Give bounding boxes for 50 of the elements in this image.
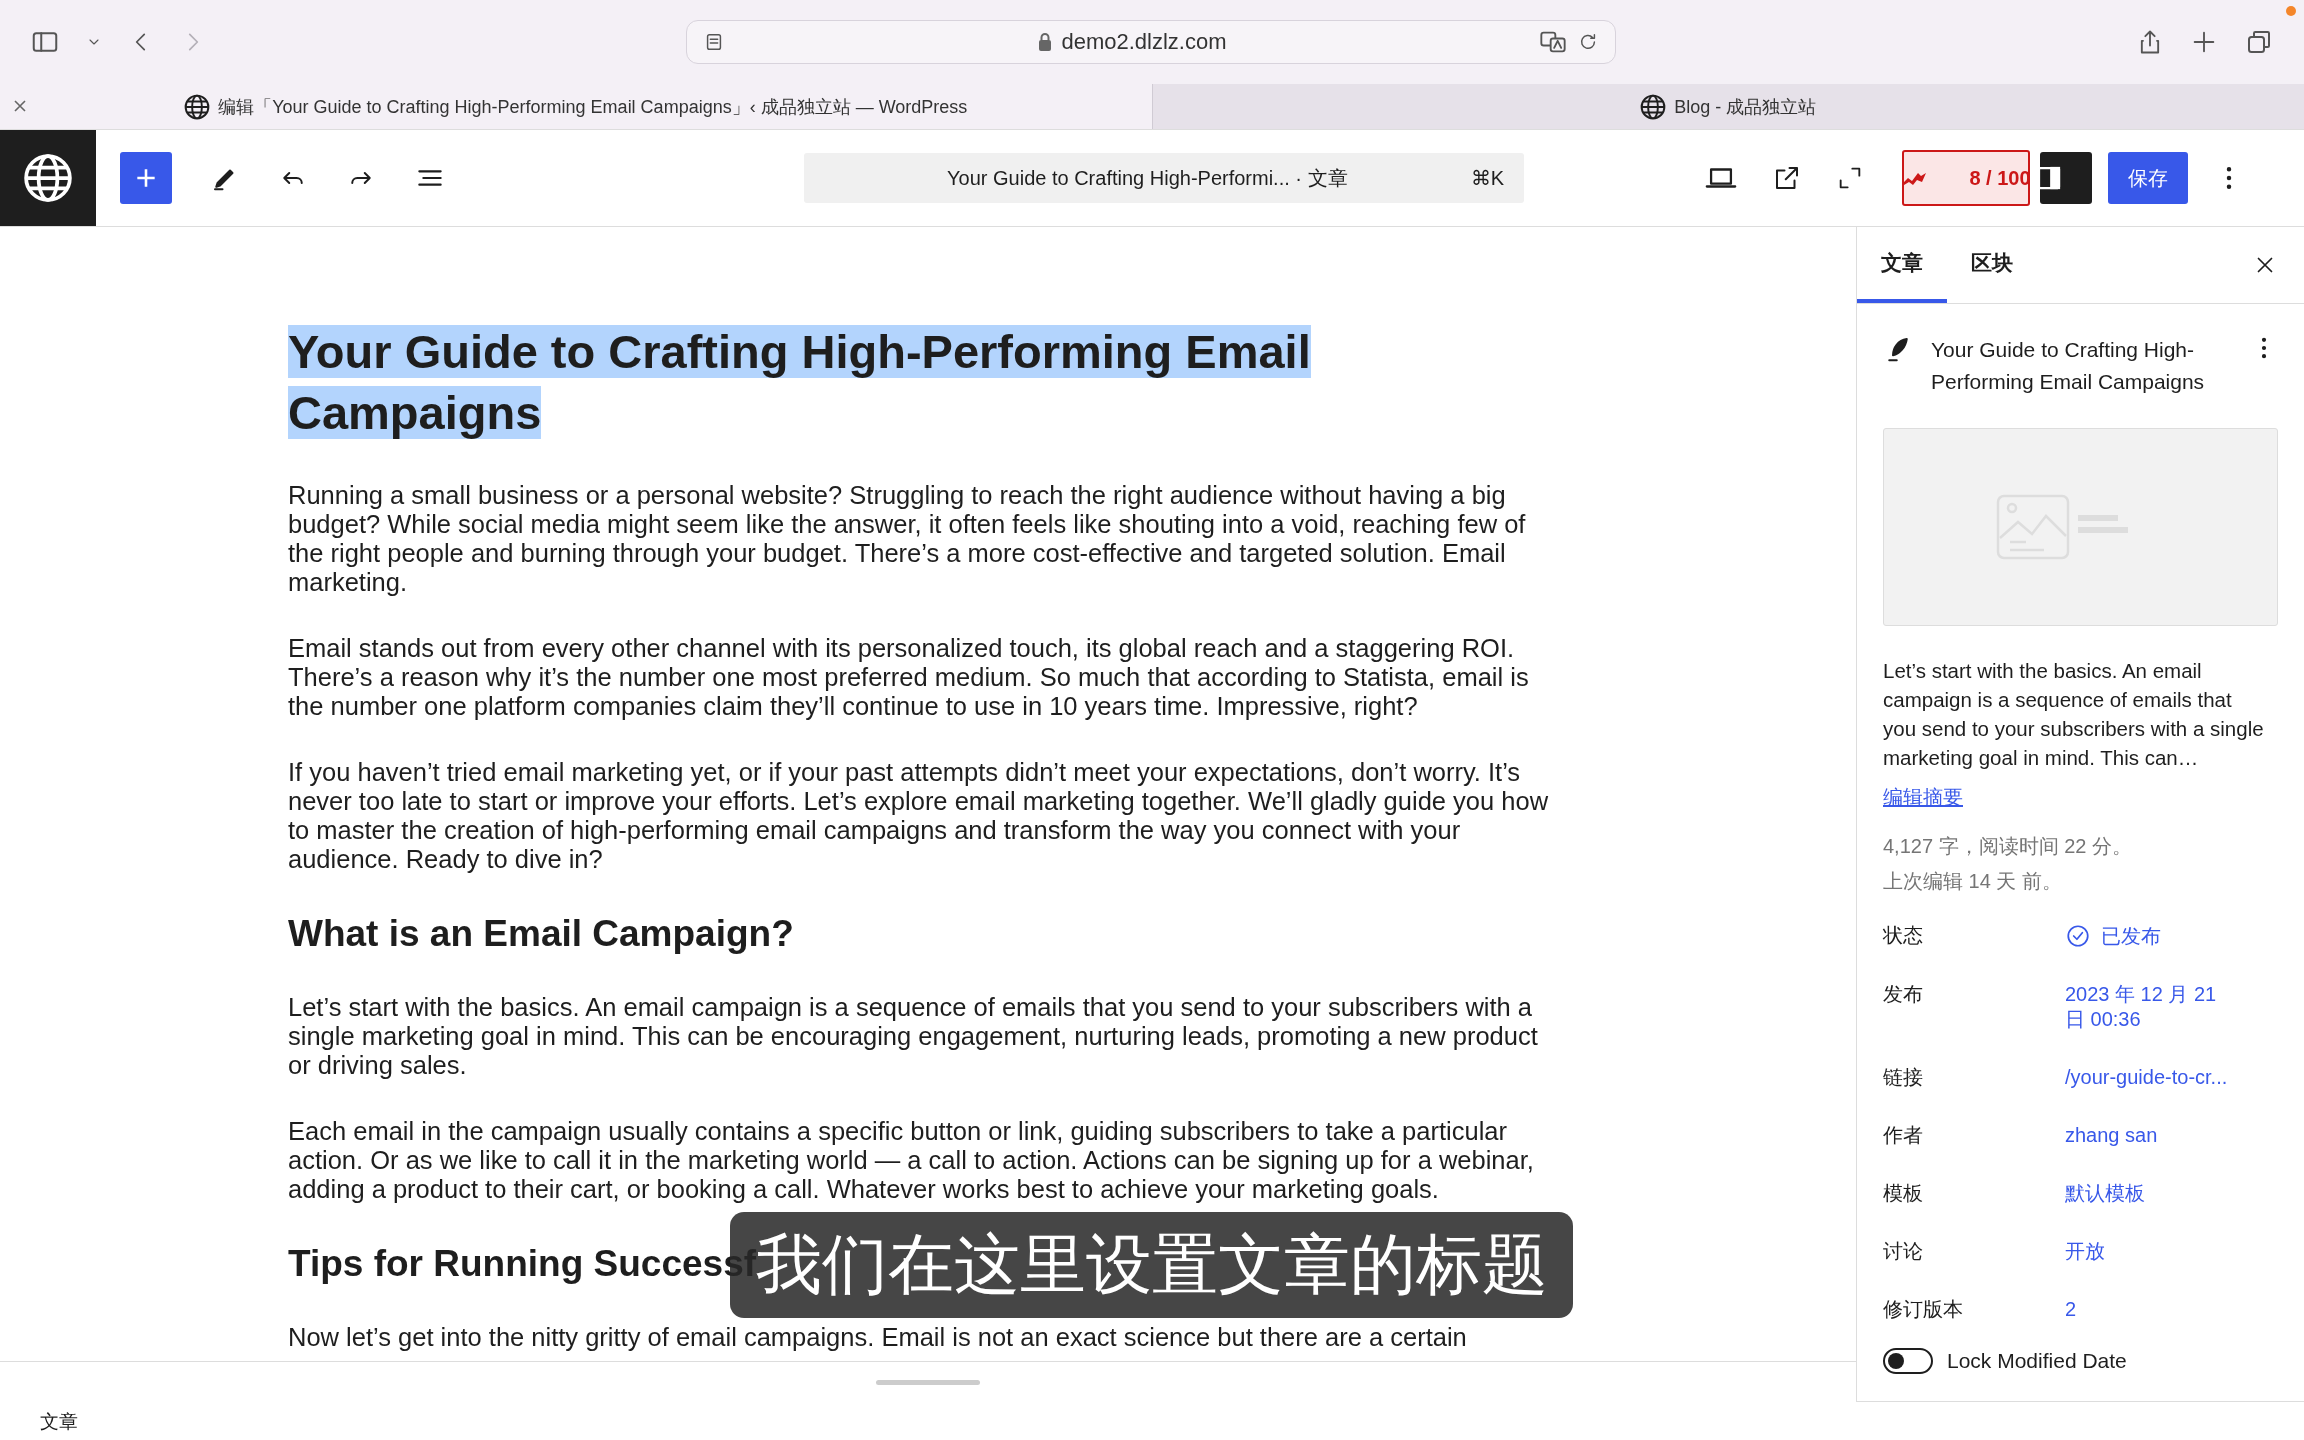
post-summary-title: Your Guide to Crafting High-Performing Email Campaigns <box>1931 337 2206 395</box>
field-value-link[interactable]: 2023 年 12 月 21 日 00:36 <box>2065 982 2230 1032</box>
shortcut-label: ⌘K <box>1470 166 1504 190</box>
excerpt-text: Let’s start with the basics. An email campaign is a sequence of emails that you send to your subscribers with a single marketing goal in mind. This can… <box>1883 658 2265 771</box>
toggle-switch[interactable] <box>1883 1348 1933 1374</box>
sidebar-tab[interactable]: 文章 <box>1857 227 1947 303</box>
field-label: 修订版本 <box>1883 1297 1964 1322</box>
section-heading: What is an Email Campaign? <box>288 912 794 956</box>
paragraph: If you haven’t tried email marketing yet, or if your past attempts didn’t meet your expectations, don’t worry. It’s never too late to start or improve your efforts. Let’s explore email marketing together. We’ll gladly guide you how to master the creation of high-performing email campaigns and transform the way you connect with your audience. Ready to dive in? <box>288 758 1550 874</box>
breadcrumb[interactable]: 文章 <box>0 1402 78 1440</box>
field-label: 讨论 <box>1883 1239 1924 1264</box>
paragraph: Running a small business or a personal website? Struggling to reach the right audience without having a big budget? While social media might seem like the answer, it often feels like shouting into a void, reaching few of the right people and burning through your budget. There’s a more cost-effective and targeted solution. Email marketing. <box>288 481 1527 597</box>
paragraph: Now let’s get into the nitty gritty of email campaigns. Email is not an exact science but there are a certain <box>288 1323 1468 1352</box>
globe-icon <box>23 153 73 203</box>
address-bar[interactable]: demo2.dlzlz.com <box>686 20 1616 64</box>
paragraph: Each email in the campaign usually contains a specific button or link, guiding subscribers to take a particular action. Or as we like to call it in the marketing world — a call to action. Actions can be signing up for a webinar, adding a product to their cart, or booking a call. Whatever works best to achieve your marketing goals. <box>288 1117 1535 1204</box>
lock-icon <box>1037 32 1054 52</box>
post-stats-text: 4,127 字，阅读时间 22 分。 <box>1883 834 2133 859</box>
field-value-link[interactable]: /your-guide-to-cr... <box>2065 1065 2230 1090</box>
paragraph: Let’s start with the basics. An email campaign is a sequence of emails that you send to your subscribers with a single marketing goal in mind. This can be encouraging engagement, nurturing leads, promoting a new product or driving sales. <box>288 993 1539 1080</box>
command-bar[interactable]: Your Guide to Crafting High-Performi... · 文章 ⌘K <box>804 153 1524 203</box>
save-button[interactable]: 保存 <box>2108 152 2188 204</box>
field-value-link[interactable]: zhang san <box>2065 1123 2230 1148</box>
check-circle-icon[interactable] <box>2065 923 2091 949</box>
browser-tab[interactable]: 编辑「Your Guide to Crafting High-Performing Email Campaigns」‹ 成品独立站 — WordPress <box>0 84 1152 129</box>
resize-handle[interactable] <box>876 1379 980 1385</box>
url-text: demo2.dlzlz.com <box>1037 29 1227 55</box>
add-block-button[interactable] <box>120 152 172 204</box>
post-stats-text: 上次编辑 14 天 前。 <box>1883 869 2063 894</box>
field-value-link[interactable]: 默认模板 <box>2065 1181 2230 1206</box>
tab-title: 编辑「Your Guide to Crafting High-Performing Email Campaigns」‹ 成品独立站 — WordPress <box>218 95 968 119</box>
status-link[interactable]: 已发布 <box>2101 923 2161 949</box>
field-label: 状态 <box>1883 923 1924 948</box>
field-label: 作者 <box>1883 1123 1924 1148</box>
settings-toggle[interactable] <box>2040 152 2092 204</box>
browser-tab[interactable]: Blog - 成品独立站 <box>1151 84 2304 129</box>
field-label: 链接 <box>1883 1065 1924 1090</box>
wordpress-logo[interactable] <box>0 130 96 226</box>
sidebar-tab[interactable]: 区块 <box>1947 227 2037 303</box>
globe-icon <box>1640 93 1667 120</box>
field-label: 发布 <box>1883 982 1924 1007</box>
edit-excerpt-link[interactable]: 编辑摘要 <box>1883 784 1963 811</box>
field-value-link[interactable]: 开放 <box>2065 1239 2230 1264</box>
tab-title: Blog - 成品独立站 <box>1674 95 1817 119</box>
globe-icon <box>184 93 211 120</box>
toggle-label: Lock Modified Date <box>1947 1349 2127 1373</box>
paragraph: Email stands out from every other channel with its personalized touch, its global reach and a staggering ROI. There’s a reason why it’s the number one most preferred medium. So much that according to Statista, email is the number one platform companies claim they’ll continue to use in 10 years time. Impressive, right? <box>288 634 1530 721</box>
notification-dot <box>2286 6 2296 16</box>
field-label: 模板 <box>1883 1181 1924 1206</box>
field-value-link[interactable]: 2 <box>2065 1297 2230 1322</box>
